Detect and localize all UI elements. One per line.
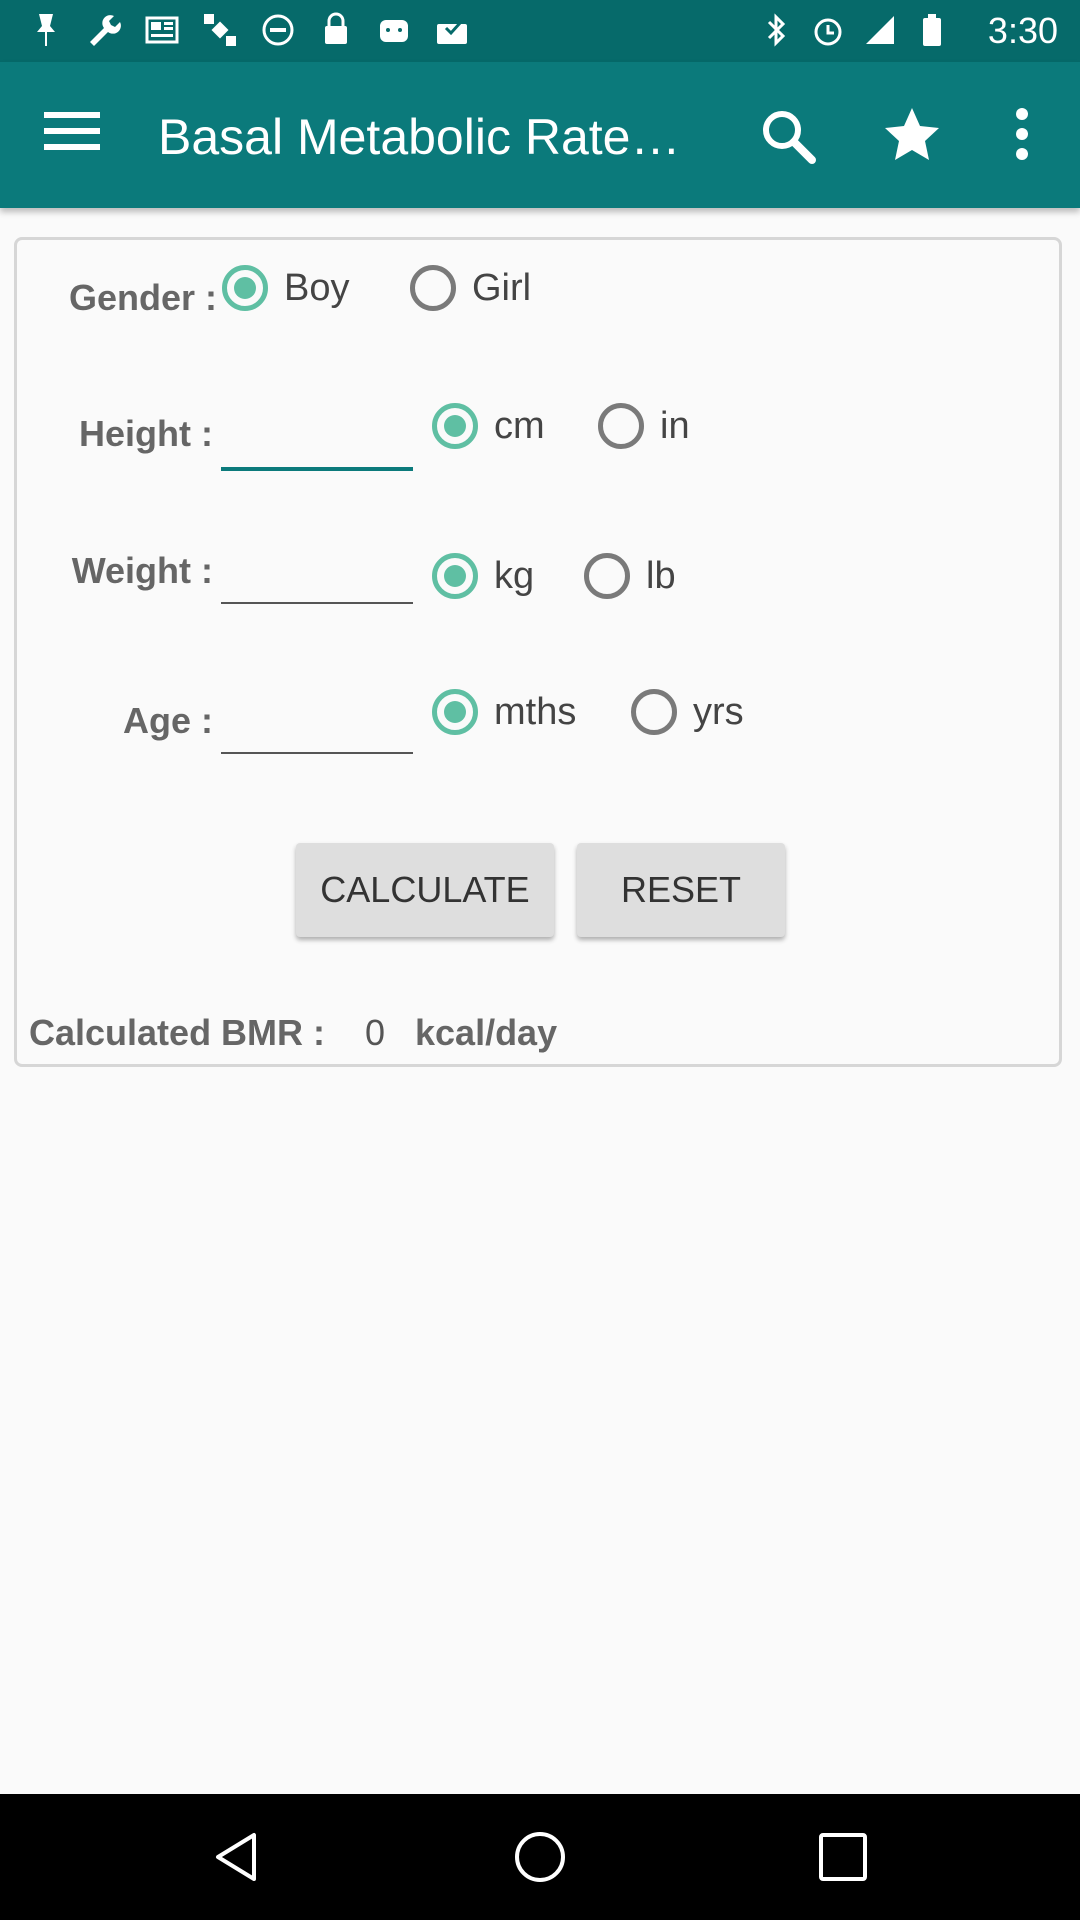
height-cm-radio[interactable]: cm (432, 403, 545, 449)
wrench-icon (86, 12, 122, 48)
news-icon (144, 12, 180, 48)
status-time: 3:30 (987, 10, 1058, 51)
weight-lb-label: lb (646, 554, 676, 597)
recent-apps-icon[interactable] (815, 1829, 871, 1885)
app-bar: Basal Metabolic Rate… (0, 62, 1080, 208)
height-input[interactable] (221, 405, 413, 471)
weight-kg-label: kg (494, 554, 535, 597)
age-mths-radio[interactable]: mths (432, 689, 576, 735)
more-options-icon[interactable] (1002, 102, 1042, 166)
inbox-check-icon (434, 12, 470, 48)
battery-icon (914, 12, 950, 48)
bmr-form-card: Gender : Boy Girl Height : cm in Weight … (14, 237, 1062, 1067)
menu-icon[interactable] (44, 112, 100, 156)
gender-label: Gender : (68, 277, 217, 318)
radio-checked-icon (222, 265, 268, 311)
height-in-radio[interactable]: in (598, 403, 690, 449)
gender-girl-radio[interactable]: Girl (410, 265, 531, 311)
alarm-icon (810, 12, 846, 48)
home-icon[interactable] (512, 1829, 568, 1885)
age-mths-label: mths (494, 690, 577, 733)
radio-unchecked-icon (584, 553, 630, 599)
weight-lb-radio[interactable]: lb (584, 553, 676, 599)
radio-checked-icon (432, 553, 478, 599)
gender-boy-label: Boy (284, 266, 350, 309)
bluetooth-icon (758, 12, 794, 48)
height-label: Height : (79, 413, 213, 454)
height-in-label: in (660, 404, 690, 447)
height-cm-label: cm (494, 404, 545, 447)
radio-unchecked-icon (631, 689, 677, 735)
star-icon[interactable] (880, 102, 944, 166)
result-unit: kcal/day (415, 1012, 558, 1053)
result-value: 0 (365, 1012, 386, 1053)
system-icons (758, 12, 950, 48)
pin-icon (28, 12, 64, 48)
radio-checked-icon (432, 403, 478, 449)
calculate-button[interactable]: CALCULATE (296, 843, 554, 937)
result-label: Calculated BMR : (29, 1012, 326, 1053)
reset-button[interactable]: RESET (577, 843, 785, 937)
gender-boy-radio[interactable]: Boy (222, 265, 349, 311)
weight-kg-radio[interactable]: kg (432, 553, 534, 599)
app-title: Basal Metabolic Rate… (158, 109, 681, 165)
radio-checked-icon (432, 689, 478, 735)
radio-unchecked-icon (598, 403, 644, 449)
radio-unchecked-icon (410, 265, 456, 311)
gender-girl-label: Girl (472, 266, 532, 309)
age-label: Age : (123, 700, 213, 741)
weight-input[interactable] (221, 540, 413, 604)
age-input[interactable] (221, 690, 413, 754)
back-icon[interactable] (210, 1829, 266, 1885)
status-bar: 3:30 (0, 0, 1080, 62)
lock-icon (318, 12, 354, 48)
notification-icons (28, 12, 470, 48)
satellite-icon (202, 12, 238, 48)
navigation-bar (0, 1794, 1080, 1920)
weight-label: Weight : (71, 550, 213, 591)
signal-icon (862, 12, 898, 48)
search-icon[interactable] (756, 104, 820, 168)
age-yrs-radio[interactable]: yrs (631, 689, 744, 735)
age-yrs-label: yrs (693, 690, 744, 733)
block-icon (260, 12, 296, 48)
android-icon (376, 12, 412, 48)
